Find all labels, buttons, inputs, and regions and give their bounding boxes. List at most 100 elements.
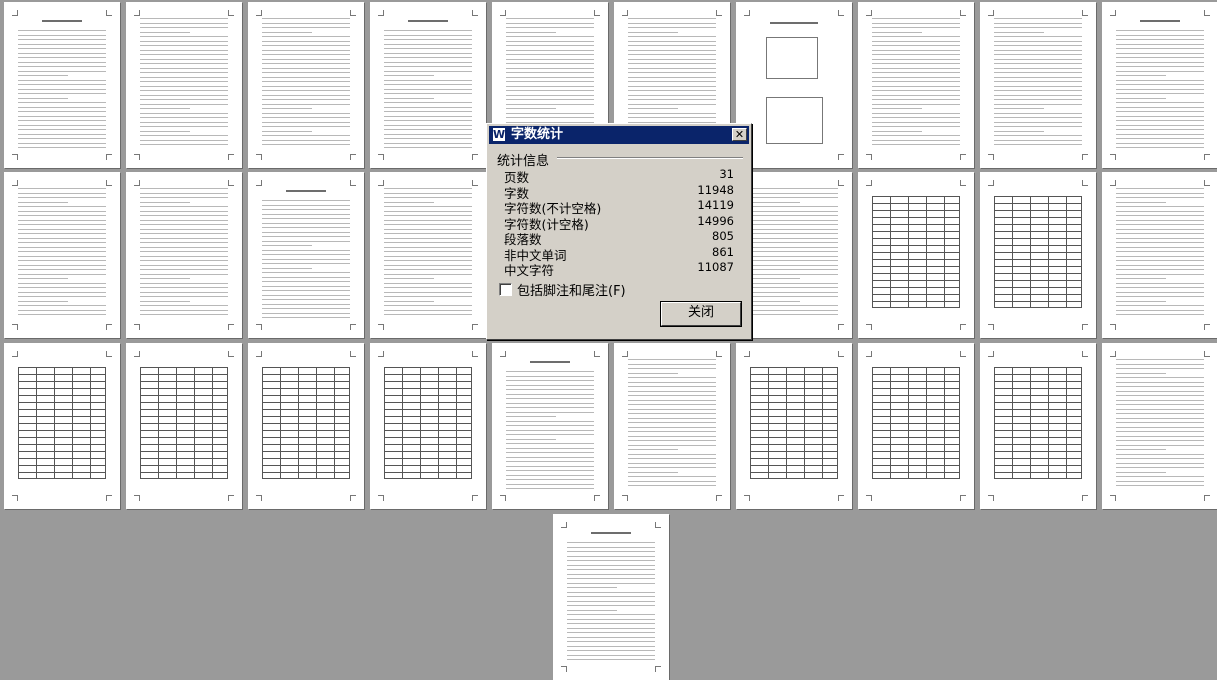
text-line — [628, 67, 716, 69]
text-line — [506, 54, 594, 55]
page-thumbnail[interactable] — [248, 2, 364, 168]
text-line — [140, 40, 228, 42]
text-line — [262, 76, 350, 78]
text-line — [140, 54, 228, 55]
text-line — [506, 483, 594, 485]
page-thumbnail[interactable] — [1102, 172, 1217, 338]
page-thumbnail[interactable] — [370, 343, 486, 509]
page-margin-mark — [228, 10, 234, 16]
text-line — [140, 273, 228, 275]
text-line — [506, 402, 594, 404]
text-line — [567, 627, 655, 629]
text-line — [750, 251, 838, 252]
text-line — [262, 200, 350, 201]
text-line — [567, 605, 655, 606]
page-thumbnail[interactable] — [736, 172, 852, 338]
page-margin-mark — [1110, 495, 1116, 501]
text-line — [1116, 34, 1204, 36]
page-thumbnail[interactable] — [492, 343, 608, 509]
page-margin-mark — [744, 495, 750, 501]
page-thumbnail[interactable] — [1102, 2, 1217, 168]
text-line — [18, 120, 106, 121]
page-thumbnail[interactable] — [4, 343, 120, 509]
text-line — [506, 452, 594, 453]
page-thumbnail[interactable] — [4, 2, 120, 168]
page-thumbnail[interactable] — [980, 2, 1096, 168]
text-line — [18, 206, 106, 207]
page-margin-mark — [228, 154, 234, 160]
text-line — [384, 133, 472, 135]
text-line — [262, 72, 350, 73]
page-thumbnail[interactable] — [370, 172, 486, 338]
page-margin-mark — [988, 495, 994, 501]
text-line — [262, 18, 350, 19]
text-line — [140, 260, 228, 261]
text-line — [1116, 404, 1204, 405]
page-thumbnail[interactable] — [248, 172, 364, 338]
page-thumbnail[interactable] — [370, 2, 486, 168]
page-margin-mark — [988, 10, 994, 16]
text-line — [628, 453, 716, 455]
heading-line — [770, 22, 818, 24]
page-thumbnail[interactable] — [858, 172, 974, 338]
text-line — [262, 99, 350, 100]
page-margin-mark — [378, 154, 384, 160]
text-line — [628, 440, 716, 441]
text-line — [994, 94, 1082, 96]
text-line — [384, 192, 472, 194]
text-line — [262, 40, 350, 42]
text-line — [567, 636, 655, 638]
dialog-titlebar[interactable]: W 字数统计 ✕ — [489, 126, 749, 144]
text-line — [872, 22, 960, 24]
text-line — [262, 45, 350, 46]
page-thumbnail[interactable] — [980, 343, 1096, 509]
text-line — [18, 219, 106, 221]
page-thumbnail[interactable] — [553, 514, 669, 680]
page-thumbnail[interactable] — [126, 2, 242, 168]
text-line — [628, 471, 678, 473]
text-line — [994, 36, 1082, 37]
text-line — [140, 103, 228, 105]
close-icon[interactable]: ✕ — [732, 128, 747, 141]
text-line — [567, 591, 655, 593]
page-thumbnail[interactable] — [736, 343, 852, 509]
text-line — [750, 305, 838, 306]
page-thumbnail[interactable] — [126, 172, 242, 338]
text-line — [567, 645, 655, 647]
text-line — [18, 106, 106, 108]
text-line — [140, 27, 228, 28]
text-line — [628, 108, 678, 109]
text-line — [506, 443, 594, 444]
page-margin-mark — [960, 180, 966, 186]
text-line — [872, 139, 960, 141]
text-line — [140, 94, 228, 96]
include-footnotes-checkbox[interactable] — [499, 283, 512, 296]
page-thumbnail[interactable] — [858, 2, 974, 168]
page-thumbnail[interactable] — [614, 343, 730, 509]
page-thumbnail[interactable] — [1102, 343, 1217, 509]
text-line — [140, 81, 228, 82]
text-line — [994, 130, 1044, 132]
page-thumbnail[interactable] — [980, 172, 1096, 338]
include-footnotes-option[interactable]: 包括脚注和尾注(F) — [499, 280, 626, 299]
text-line — [506, 456, 594, 458]
table-figure — [994, 196, 1082, 308]
page-thumbnail[interactable] — [4, 172, 120, 338]
text-line — [1116, 381, 1204, 383]
page-thumbnail[interactable] — [736, 2, 852, 168]
table-figure — [872, 196, 960, 308]
page-thumbnail[interactable] — [858, 343, 974, 509]
close-button[interactable]: 关闭 — [660, 301, 742, 327]
text-line — [628, 81, 716, 82]
page-thumbnail[interactable] — [248, 343, 364, 509]
text-line — [18, 233, 106, 234]
page-margin-mark — [228, 351, 234, 357]
text-line — [994, 139, 1082, 141]
heading-line — [42, 20, 82, 22]
text-line — [384, 115, 472, 117]
page-thumbnail[interactable] — [126, 343, 242, 509]
text-line — [750, 233, 838, 234]
page-margin-mark — [716, 351, 722, 357]
text-line — [1116, 480, 1204, 482]
text-line — [262, 94, 350, 96]
